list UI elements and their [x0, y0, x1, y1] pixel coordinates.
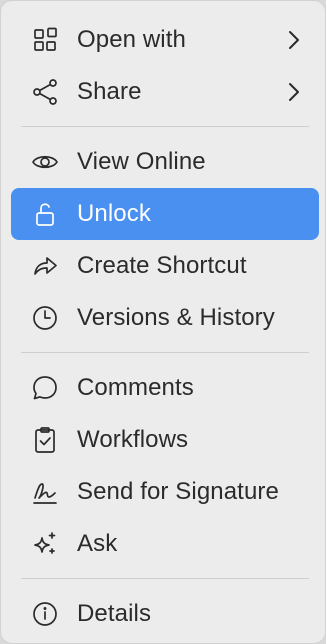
menu-item-send-for-signature[interactable]: Send for Signature: [11, 466, 319, 518]
menu-item-unlock[interactable]: Unlock: [11, 188, 319, 240]
shortcut-arrow-icon: [31, 252, 59, 280]
sparkles-icon: [31, 530, 59, 558]
menu-item-workflows[interactable]: Workflows: [11, 414, 319, 466]
menu-item-label: Send for Signature: [77, 478, 279, 505]
menu-item-label: Create Shortcut: [77, 252, 247, 279]
open-with-icon: [31, 26, 59, 54]
menu-item-label: Workflows: [77, 426, 189, 453]
menu-item-open-with[interactable]: Open with: [11, 14, 319, 66]
chevron-right-icon: [281, 28, 305, 52]
menu-item-label: Versions & History: [77, 304, 275, 331]
share-icon: [31, 78, 59, 106]
signature-icon: [31, 478, 59, 506]
separator: [21, 578, 309, 579]
menu-item-label: Details: [77, 600, 152, 627]
menu-item-share[interactable]: Share: [11, 66, 319, 118]
info-icon: [31, 600, 59, 628]
menu-item-details[interactable]: Details: [11, 588, 319, 640]
menu-item-ask[interactable]: Ask: [11, 518, 319, 570]
clipboard-check-icon: [31, 426, 59, 454]
context-menu: Open with Share View Online Unlock Creat…: [0, 0, 326, 644]
comment-icon: [31, 374, 59, 402]
menu-item-label: Unlock: [77, 200, 151, 227]
menu-item-label: Ask: [77, 530, 118, 557]
separator: [21, 126, 309, 127]
menu-item-label: Open with: [77, 26, 186, 53]
unlock-icon: [31, 200, 59, 228]
menu-item-view-online[interactable]: View Online: [11, 136, 319, 188]
menu-item-versions-history[interactable]: Versions & History: [11, 292, 319, 344]
menu-item-comments[interactable]: Comments: [11, 362, 319, 414]
menu-item-label: Comments: [77, 374, 194, 401]
separator: [21, 352, 309, 353]
clock-icon: [31, 304, 59, 332]
menu-item-label: View Online: [77, 148, 206, 175]
menu-item-label: Share: [77, 78, 142, 105]
chevron-right-icon: [281, 80, 305, 104]
eye-icon: [31, 148, 59, 176]
menu-item-create-shortcut[interactable]: Create Shortcut: [11, 240, 319, 292]
